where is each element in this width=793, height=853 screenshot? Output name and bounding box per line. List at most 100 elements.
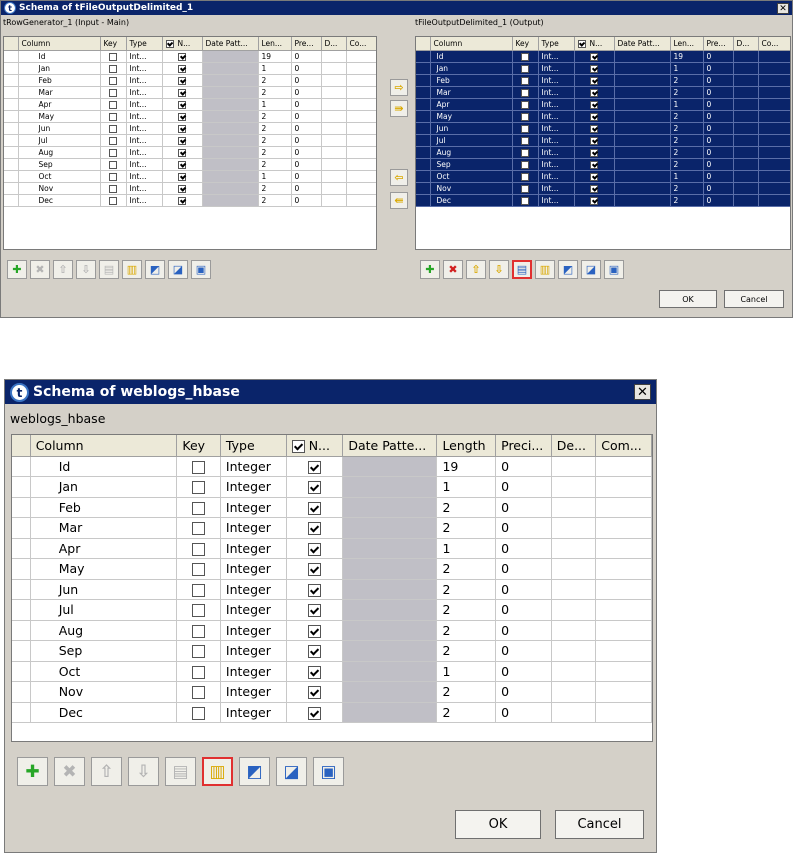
type-cell[interactable]: Integer — [220, 681, 287, 703]
precision-cell[interactable]: 0 — [703, 158, 734, 171]
table-row[interactable]: Sep Integer 2 0 — [12, 640, 652, 662]
precision-cell[interactable]: 0 — [703, 110, 734, 123]
key-checkbox[interactable] — [192, 604, 206, 618]
type-cell[interactable]: Int... — [126, 182, 163, 195]
column-header-7[interactable]: De... — [551, 435, 597, 457]
precision-cell[interactable]: 0 — [291, 98, 322, 111]
key-cell[interactable] — [100, 74, 127, 87]
table-row[interactable]: Aug Int... 2 0 — [4, 146, 376, 159]
date-pattern-cell[interactable] — [342, 579, 438, 600]
default-cell[interactable] — [733, 98, 759, 111]
date-pattern-cell[interactable] — [614, 86, 671, 99]
precision-cell[interactable]: 0 — [291, 158, 322, 171]
key-checkbox[interactable] — [192, 460, 206, 474]
key-checkbox[interactable] — [521, 196, 529, 205]
type-cell[interactable]: Integer — [220, 538, 287, 559]
column-header-0[interactable]: Column — [30, 435, 178, 457]
paste-button[interactable]: ▥ — [535, 260, 555, 279]
column-name-cell[interactable]: Jul — [18, 134, 101, 147]
key-cell[interactable] — [512, 158, 539, 171]
length-cell[interactable]: 2 — [436, 599, 497, 621]
date-pattern-cell[interactable] — [342, 476, 438, 498]
type-cell[interactable]: Int... — [126, 98, 163, 111]
date-pattern-cell[interactable] — [202, 74, 259, 87]
key-cell[interactable] — [176, 476, 221, 498]
default-cell[interactable] — [321, 50, 347, 63]
date-pattern-cell[interactable] — [202, 182, 259, 195]
copy-all-to-left-icon[interactable]: ⇚ — [390, 192, 408, 209]
comment-cell[interactable] — [758, 62, 790, 75]
key-checkbox[interactable] — [521, 76, 529, 85]
precision-cell[interactable]: 0 — [291, 122, 322, 135]
table-row[interactable]: Feb Int... 2 0 — [416, 74, 790, 87]
column-name-cell[interactable]: Nov — [18, 182, 101, 195]
add-button[interactable]: ✚ — [17, 757, 48, 786]
copy-to-right-icon[interactable]: ⇨ — [390, 79, 408, 96]
key-cell[interactable] — [512, 74, 539, 87]
nullable-checkbox[interactable] — [590, 52, 598, 61]
comment-cell[interactable] — [758, 158, 790, 171]
precision-cell[interactable]: 0 — [495, 456, 552, 477]
table-row[interactable]: Sep Int... 2 0 — [4, 158, 376, 171]
nullable-checkbox[interactable] — [308, 624, 322, 638]
type-cell[interactable]: Int... — [538, 194, 575, 207]
key-cell[interactable] — [100, 122, 127, 135]
key-cell[interactable] — [512, 122, 539, 135]
comment-cell[interactable] — [595, 681, 652, 703]
date-pattern-cell[interactable] — [614, 134, 671, 147]
length-cell[interactable]: 1 — [436, 661, 497, 682]
length-cell[interactable]: 19 — [670, 50, 704, 63]
nullable-checkbox[interactable] — [178, 88, 186, 97]
date-pattern-cell[interactable] — [614, 110, 671, 123]
length-cell[interactable]: 1 — [258, 62, 292, 75]
nullable-cell[interactable] — [574, 158, 615, 171]
key-checkbox[interactable] — [109, 88, 117, 97]
date-pattern-cell[interactable] — [202, 122, 259, 135]
nullable-checkbox[interactable] — [178, 52, 186, 61]
copy-to-left-icon[interactable]: ⇦ — [390, 169, 408, 186]
precision-cell[interactable]: 0 — [291, 86, 322, 99]
type-cell[interactable]: Int... — [538, 98, 575, 111]
key-cell[interactable] — [100, 182, 127, 195]
default-cell[interactable] — [321, 74, 347, 87]
date-pattern-cell[interactable] — [202, 170, 259, 183]
key-cell[interactable] — [512, 62, 539, 75]
key-cell[interactable] — [512, 170, 539, 183]
default-cell[interactable] — [551, 456, 597, 477]
precision-cell[interactable]: 0 — [495, 476, 552, 498]
nullable-cell[interactable] — [574, 50, 615, 63]
move-up-button[interactable]: ⇧ — [53, 260, 73, 279]
nullable-cell[interactable] — [574, 182, 615, 195]
key-checkbox[interactable] — [192, 706, 206, 720]
length-cell[interactable]: 2 — [258, 146, 292, 159]
key-cell[interactable] — [176, 620, 221, 641]
nullable-cell[interactable] — [574, 122, 615, 135]
nullable-checkbox[interactable] — [178, 100, 186, 109]
key-checkbox[interactable] — [521, 172, 529, 181]
key-checkbox[interactable] — [192, 583, 206, 597]
column-header-8[interactable]: Co... — [758, 37, 790, 51]
column-name-cell[interactable]: Apr — [18, 98, 101, 111]
type-cell[interactable]: Int... — [538, 50, 575, 63]
type-cell[interactable]: Int... — [126, 170, 163, 183]
default-cell[interactable] — [733, 158, 759, 171]
copy-button[interactable]: ▤ — [512, 260, 532, 279]
table-row[interactable]: Sep Int... 2 0 — [416, 158, 790, 171]
nullable-cell[interactable] — [574, 74, 615, 87]
column-header-0[interactable]: Column — [430, 37, 513, 51]
key-checkbox[interactable] — [521, 52, 529, 61]
key-checkbox[interactable] — [109, 148, 117, 157]
export-button[interactable]: ◪ — [581, 260, 601, 279]
key-checkbox[interactable] — [192, 542, 206, 556]
type-cell[interactable]: Int... — [538, 74, 575, 87]
select-all-checkbox[interactable] — [165, 39, 174, 48]
default-cell[interactable] — [733, 74, 759, 87]
column-header-2[interactable]: Type — [220, 435, 287, 457]
precision-cell[interactable]: 0 — [495, 681, 552, 703]
table-row[interactable]: Id Integer 19 0 — [12, 456, 652, 477]
column-name-cell[interactable]: Mar — [30, 517, 178, 539]
comment-cell[interactable] — [758, 86, 790, 99]
column-header-2[interactable]: Type — [538, 37, 575, 51]
table-row[interactable]: Apr Int... 1 0 — [416, 98, 790, 111]
nullable-checkbox[interactable] — [308, 604, 322, 618]
